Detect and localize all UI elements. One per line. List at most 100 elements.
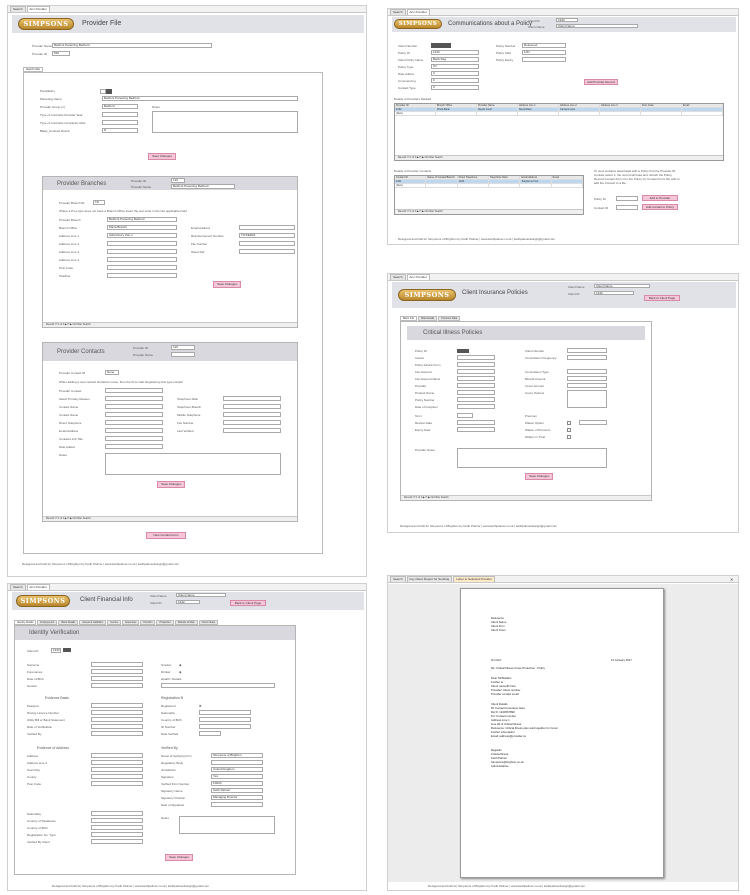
contact-left-field-2[interactable] bbox=[105, 404, 163, 409]
smoker-radio-icon[interactable]: ◉ bbox=[179, 663, 182, 667]
contact-right-field-1[interactable] bbox=[223, 404, 281, 409]
address-field-0[interactable] bbox=[91, 753, 143, 758]
left-field-6[interactable]: 0 bbox=[431, 85, 479, 90]
contacts-provider-name-field[interactable] bbox=[171, 352, 195, 357]
grid1-header[interactable]: Provider Name bbox=[477, 104, 518, 107]
left-field-1[interactable] bbox=[457, 355, 495, 360]
provider-name-field[interactable]: Bedfont Parenting Bedford bbox=[52, 43, 212, 48]
grid1-header[interactable]: Address Line 1 bbox=[518, 104, 559, 107]
add-to-provider-button[interactable]: Add to Provider bbox=[642, 195, 678, 201]
lower-field-4[interactable] bbox=[91, 839, 143, 844]
left-field-7[interactable] bbox=[457, 397, 495, 402]
left-field-4[interactable] bbox=[457, 376, 495, 381]
close-icon[interactable]: ✕ bbox=[730, 577, 733, 582]
field-5[interactable]: N bbox=[102, 128, 138, 133]
lower-field-0[interactable] bbox=[91, 811, 143, 816]
branches-provider-id-field[interactable]: 120 bbox=[171, 178, 185, 183]
branch-left-field-0[interactable]: Bedfont Parenting Bedford bbox=[107, 217, 177, 222]
grid2-record-nav[interactable]: Record: H 1 of 1 ▶ H ▶ No Filter Search bbox=[395, 209, 583, 214]
head-field-2[interactable]: Client Name bbox=[556, 24, 638, 28]
reg-field-4[interactable] bbox=[199, 731, 221, 736]
left-field-2[interactable] bbox=[457, 362, 495, 367]
contact-left-field-3[interactable] bbox=[105, 412, 163, 417]
back-to-client-page-button[interactable]: Back to Client Page bbox=[230, 600, 266, 606]
verified-field-5[interactable]: Keith Palmer bbox=[211, 788, 263, 793]
tab-search[interactable]: Search bbox=[10, 6, 26, 12]
right-field-2[interactable] bbox=[567, 369, 607, 374]
reg-field-1[interactable] bbox=[199, 710, 251, 715]
add-contact-to-policy-button[interactable]: Add contact to Policy bbox=[642, 204, 678, 210]
verified-field-3[interactable]: Yes bbox=[211, 774, 263, 779]
policy-id-field[interactable] bbox=[457, 349, 469, 353]
drinker-radio-icon[interactable]: ◉ bbox=[179, 670, 182, 674]
left-field-6[interactable] bbox=[457, 390, 495, 395]
provider-notes-field[interactable] bbox=[457, 448, 607, 468]
contacts-notes-field[interactable] bbox=[105, 453, 281, 475]
branch-left-field-1[interactable]: Plaza Branch bbox=[107, 225, 177, 230]
side-field-2[interactable] bbox=[616, 205, 638, 210]
tab-ann-provider[interactable]: Ann Provider bbox=[406, 9, 430, 15]
tab-search[interactable]: Search bbox=[390, 9, 406, 15]
field-1[interactable]: Bedfont Parenting Bedford bbox=[102, 96, 298, 101]
tab-key-client-report[interactable]: Key Client Report for Sending bbox=[406, 576, 453, 582]
grid2-header[interactable]: Direct Telephone bbox=[458, 176, 489, 179]
reg-field-2[interactable] bbox=[199, 717, 251, 722]
verified-field-1[interactable] bbox=[211, 760, 263, 765]
grid1-header[interactable]: Post Code bbox=[641, 104, 682, 107]
left-field-8[interactable] bbox=[457, 404, 495, 409]
right-field-1[interactable] bbox=[567, 355, 607, 360]
tab-letter-to-provider[interactable]: Letter to Selected Provider bbox=[453, 576, 495, 582]
right-field-0[interactable] bbox=[567, 348, 607, 353]
left-field-1[interactable] bbox=[91, 669, 143, 674]
grid1-header[interactable]: Branch Office bbox=[436, 104, 477, 107]
contact-right-field-3[interactable] bbox=[223, 420, 281, 425]
policy-record-nav[interactable]: Record: H 1 of 1 ▶ H ▶ No Filter Search bbox=[401, 495, 651, 500]
tab-ann-provider[interactable]: Ann Provider bbox=[26, 584, 50, 590]
contact-id-field[interactable]: None bbox=[105, 370, 119, 375]
verified-field-6[interactable]: Managing Director bbox=[211, 795, 263, 800]
provider-id-field[interactable]: 526 bbox=[52, 51, 70, 56]
lower-field-2[interactable] bbox=[91, 825, 143, 830]
address-field-1[interactable] bbox=[91, 760, 143, 765]
grid1-record-nav[interactable]: Record: H 1 of 1 ▶ H ▶ No Filter Search bbox=[395, 155, 723, 160]
head-field-1[interactable]: Client Name bbox=[176, 593, 226, 597]
left-field-2[interactable] bbox=[91, 676, 143, 681]
branch-left-field-4[interactable] bbox=[107, 249, 177, 254]
branches-record-nav[interactable]: Record: H 1 of 1 ▶ H ▶ No Filter Search bbox=[43, 322, 297, 327]
branch-left-field-3[interactable] bbox=[107, 241, 177, 246]
right-field-2[interactable] bbox=[522, 57, 566, 62]
contacts-save-button[interactable]: Save Changes bbox=[157, 481, 185, 488]
field-2[interactable]: Bedford bbox=[102, 104, 138, 109]
branch-left-field-6[interactable] bbox=[107, 265, 177, 270]
tab-search[interactable]: Search bbox=[390, 576, 406, 582]
address-field-3[interactable] bbox=[91, 774, 143, 779]
left-field-11[interactable] bbox=[457, 427, 495, 432]
right-field-5[interactable] bbox=[567, 390, 607, 408]
left-field-4[interactable]: 0 bbox=[431, 71, 479, 76]
client-number-field[interactable] bbox=[431, 43, 451, 48]
contacts-provider-id-field[interactable]: 120 bbox=[171, 345, 195, 350]
left-field-3[interactable] bbox=[91, 683, 143, 688]
back-to-client-page-button[interactable]: Back to Client Page bbox=[644, 295, 680, 301]
address-field-4[interactable] bbox=[91, 781, 143, 786]
left-field-5[interactable] bbox=[457, 383, 495, 388]
written-in-trust-checkbox[interactable] bbox=[567, 435, 571, 439]
contacts-record-nav[interactable]: Record: H 1 of 1 ▶ H ▶ No Filter Search bbox=[43, 516, 297, 521]
field-4[interactable] bbox=[102, 120, 138, 125]
evidence-field-0[interactable] bbox=[91, 703, 143, 708]
branches-provider-name-field[interactable]: Bedfont Parenting Bedford bbox=[171, 184, 235, 189]
left-field-2[interactable]: Bank Reg bbox=[431, 57, 479, 62]
grid2-header[interactable]: Email Address bbox=[520, 176, 552, 179]
left-field-1[interactable]: 1342 bbox=[431, 50, 479, 55]
grid1-header[interactable]: Provider ID bbox=[395, 104, 436, 107]
health-details-field[interactable] bbox=[161, 683, 275, 688]
contact-right-field-2[interactable] bbox=[223, 412, 281, 417]
tab-ann-provider[interactable]: Ann Provider bbox=[406, 274, 430, 280]
contact-left-field-1[interactable] bbox=[105, 396, 163, 401]
head-field-1[interactable]: 1342 bbox=[556, 18, 578, 22]
left-field-9[interactable] bbox=[457, 413, 473, 418]
grid2-header[interactable]: Email bbox=[552, 176, 583, 179]
save-button[interactable]: Save Changes bbox=[165, 854, 193, 861]
notes-field[interactable] bbox=[179, 816, 275, 834]
verified-field-0[interactable]: Simpsons of Brighton bbox=[211, 753, 263, 758]
